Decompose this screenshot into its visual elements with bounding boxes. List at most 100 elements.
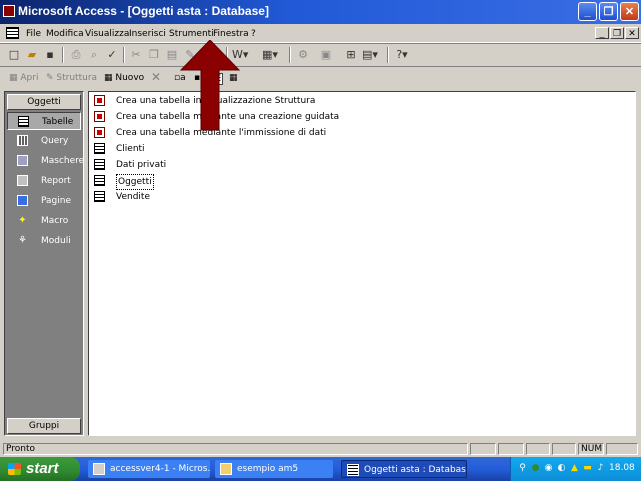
new-icon[interactable]: □ (6, 47, 22, 63)
table-icon (347, 464, 359, 476)
help-icon[interactable]: ?▾ (394, 47, 410, 63)
task-label: Oggetti asta : Database (364, 465, 467, 475)
relationships-icon[interactable]: ⊞ (343, 47, 359, 63)
open-icon[interactable]: ▰ (24, 47, 40, 63)
taskbar-button-esempio[interactable]: esempio am5 (215, 460, 333, 478)
design-object-button[interactable]: ✎ Struttura (46, 73, 97, 83)
list-item-label: Oggetti (116, 174, 154, 190)
title-bar[interactable]: Microsoft Access - [Oggetti asta : Datab… (0, 0, 641, 24)
list-item-label: Vendite (116, 192, 150, 202)
close-button[interactable]: ✕ (620, 2, 639, 21)
macro-icon: ✦ (18, 215, 27, 226)
start-label: start (26, 460, 59, 477)
report-icon (17, 175, 28, 186)
display-icon[interactable]: ◉ (543, 463, 554, 474)
menu-inserisci[interactable]: Inserisci (129, 29, 166, 39)
spelling-icon[interactable]: ✓ (104, 47, 120, 63)
task-label: accessver4-1 - Micros... (110, 464, 210, 474)
mdi-restore-button[interactable]: ❐ (610, 27, 624, 39)
design-label: Struttura (56, 73, 98, 83)
form-icon (17, 155, 28, 166)
table-icon (18, 116, 29, 127)
list-item-label: Clienti (116, 144, 145, 154)
database-toolbar: ▦ Apri ✎ Struttura ▦ Nuovo ✕ ▫a ▪▪ ☷ ▦ (4, 69, 637, 89)
menu-file[interactable]: File (26, 29, 41, 39)
update-icon[interactable]: ▲ (569, 463, 580, 474)
sidebar-item-macro[interactable]: ✦ Macro (7, 212, 81, 230)
red-arrow-annotation (179, 40, 241, 131)
status-panel (552, 443, 576, 455)
new-object-button[interactable]: ▦ Nuovo (104, 73, 144, 83)
objects-sidebar: Oggetti Tabelle Query Maschere Report Pa… (4, 91, 84, 436)
list-item-label: Dati privati (116, 160, 167, 170)
system-tray: ⚲ ● ◉ ◐ ▲ ▬ ♪ 18.08 (510, 457, 641, 481)
menu-help[interactable]: ? (251, 29, 256, 39)
save-icon[interactable]: ▪ (42, 47, 58, 63)
wizard-icon (94, 111, 105, 122)
volume-icon[interactable]: ♪ (595, 463, 606, 474)
toolbar-separator (387, 47, 389, 63)
network-icon[interactable]: ⚲ (517, 463, 528, 474)
printer-icon[interactable]: ▬ (582, 463, 593, 474)
cut-icon[interactable]: ✂ (128, 47, 144, 63)
table-icon (94, 191, 105, 202)
print-preview-icon[interactable]: ⌕ (86, 47, 102, 63)
analyze-icon[interactable]: ▦▾ (262, 47, 278, 63)
open-object-button[interactable]: ▦ Apri (9, 73, 38, 83)
num-lock-indicator: NUM (578, 443, 604, 455)
access-app-icon[interactable] (3, 5, 15, 17)
print-icon[interactable]: ⎙ (68, 47, 84, 63)
sidebar-item-label: Moduli (41, 236, 71, 246)
database-window-icon[interactable] (6, 27, 19, 39)
code-icon[interactable]: ⚙ (295, 47, 311, 63)
module-icon: ⚘ (18, 235, 27, 246)
mdi-close-button[interactable]: ✕ (625, 27, 639, 39)
taskbar: start accessver4-1 - Micros... esempio a… (0, 457, 641, 481)
status-panel (498, 443, 524, 455)
sidebar-item-report[interactable]: Report (7, 172, 81, 190)
delete-icon[interactable]: ✕ (151, 70, 161, 84)
menu-visualizza[interactable]: Visualizza (85, 29, 129, 39)
copy-icon[interactable]: ❐ (146, 47, 162, 63)
sidebar-item-tabelle[interactable]: Tabelle (7, 112, 81, 130)
objects-header-button[interactable]: Oggetti (7, 94, 81, 110)
task-label: esempio am5 (237, 464, 299, 474)
sidebar-item-pagine[interactable]: Pagine (7, 192, 81, 210)
wizard-icon (94, 95, 105, 106)
folder-icon (220, 463, 232, 475)
status-text: Pronto (3, 443, 468, 455)
open-label: Apri (20, 73, 39, 83)
page-icon (17, 195, 28, 206)
new-label: Nuovo (115, 73, 145, 83)
status-panel (526, 443, 550, 455)
language-icon[interactable]: ◐ (556, 463, 567, 474)
sidebar-item-moduli[interactable]: ⚘ Moduli (7, 232, 81, 250)
table-icon (94, 143, 105, 154)
sidebar-item-label: Pagine (41, 196, 71, 206)
status-panel (606, 443, 638, 455)
menu-strumenti[interactable]: Strumenti (169, 29, 214, 39)
window-title: Microsoft Access - [Oggetti asta : Datab… (18, 4, 269, 18)
properties-icon[interactable]: ▣ (318, 47, 334, 63)
table-icon (94, 159, 105, 170)
antivirus-icon[interactable]: ● (530, 463, 541, 474)
groups-header-button[interactable]: Gruppi (7, 418, 81, 434)
sidebar-item-maschere[interactable]: Maschere (7, 152, 84, 170)
new-object-icon[interactable]: ▤▾ (362, 47, 378, 63)
sidebar-item-label: Report (41, 176, 71, 186)
windows-logo-icon (8, 463, 21, 475)
menu-finestra[interactable]: Finestra (213, 29, 249, 39)
taskbar-button-accessver[interactable]: accessver4-1 - Micros... (88, 460, 210, 478)
minimize-button[interactable]: _ (578, 2, 597, 21)
maximize-button[interactable]: ❐ (599, 2, 618, 21)
taskbar-button-oggetti-asta[interactable]: Oggetti asta : Database (341, 460, 467, 478)
object-list: Crea una tabella in visualizzazione Stru… (88, 91, 636, 436)
table-icon (94, 175, 105, 186)
menu-modifica[interactable]: Modifica (46, 29, 84, 39)
arrow-shape (179, 40, 241, 131)
sidebar-item-query[interactable]: Query (7, 132, 81, 150)
toolbar-separator (123, 47, 125, 63)
start-button[interactable]: start (0, 457, 80, 481)
mdi-minimize-button[interactable]: _ (595, 27, 609, 39)
toolbar-separator (289, 47, 291, 63)
